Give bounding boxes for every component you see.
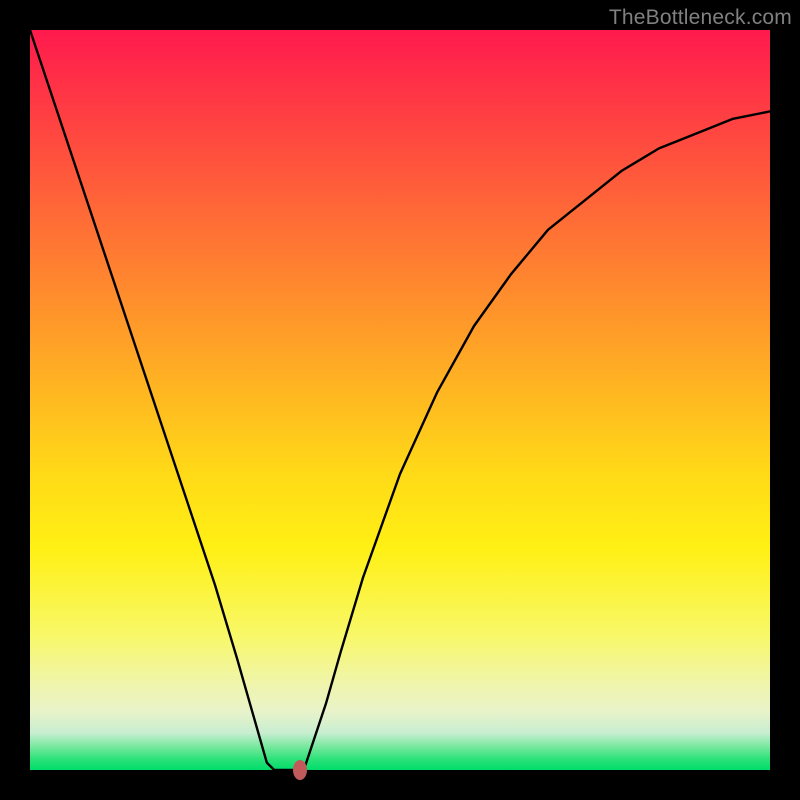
chart-frame: TheBottleneck.com <box>0 0 800 800</box>
bottleneck-curve <box>30 30 770 770</box>
selected-point-marker <box>293 760 307 780</box>
attribution-label: TheBottleneck.com <box>609 6 792 30</box>
plot-area <box>30 30 770 770</box>
curve-svg <box>30 30 770 770</box>
